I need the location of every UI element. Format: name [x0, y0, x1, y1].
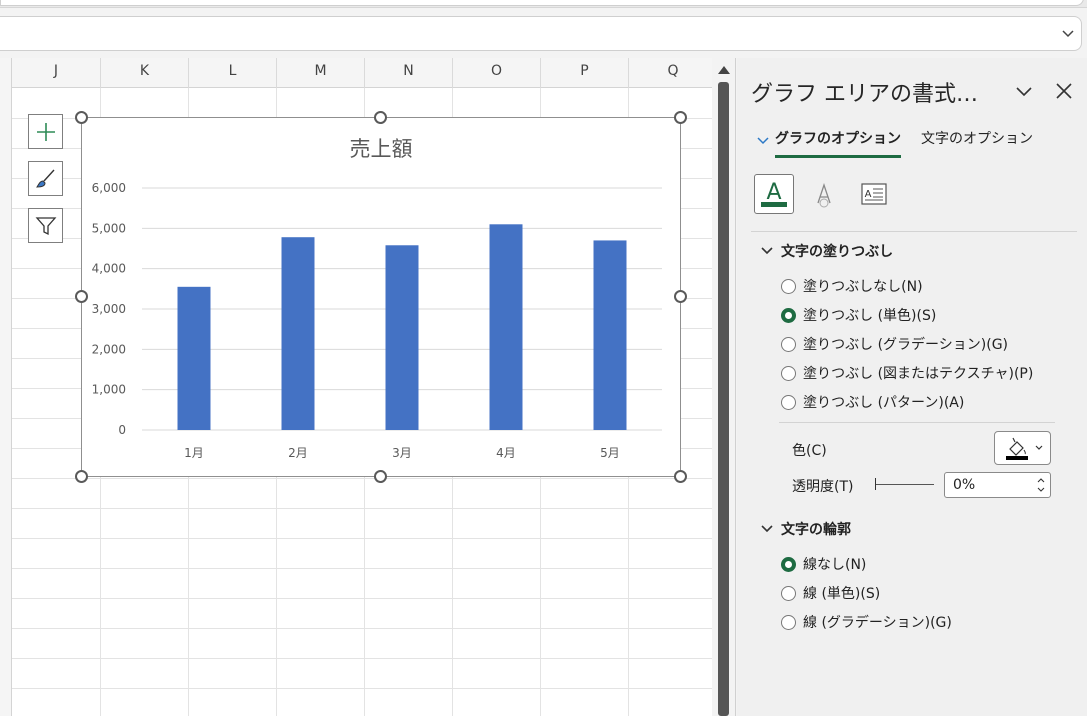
radio-label: 塗りつぶし (図またはテクスチャ)(P) [803, 366, 1034, 382]
resize-handle-t[interactable] [374, 111, 387, 124]
column-header-o[interactable]: O [453, 58, 541, 88]
tab-text-options[interactable]: 文字のオプション [921, 128, 1033, 158]
radio-indicator[interactable] [781, 395, 796, 410]
chart-title[interactable]: 売上額 [350, 137, 413, 161]
radio-indicator-selected[interactable] [781, 557, 796, 572]
radio-label: 線 (単色)(S) [803, 586, 881, 602]
ribbon-edge [0, 0, 1087, 8]
text-fill-outline-icon: A [761, 180, 787, 207]
bar-chart: 売上額 0 1,000 2,000 3,000 4,000 5,000 6,000 1月 2月 3… [92, 137, 662, 460]
column-header-p[interactable]: P [541, 58, 629, 88]
y-tick-label: 6,000 [92, 181, 126, 195]
y-tick-label: 3,000 [92, 302, 126, 316]
chart-filters-button[interactable] [28, 208, 63, 243]
resize-handle-tr[interactable] [674, 111, 687, 124]
column-header-q[interactable]: Q [629, 58, 712, 88]
plus-icon [36, 122, 55, 141]
scroll-thumb[interactable] [718, 82, 729, 716]
vertical-scrollbar[interactable] [712, 58, 736, 716]
text-fill-section-header[interactable]: 文字の塗りつぶし [761, 241, 893, 261]
text-fill-outline-button[interactable]: A [754, 174, 794, 214]
x-tick-label: 3月 [392, 446, 412, 460]
radio-label: 塗りつぶしなし(N) [803, 279, 923, 295]
x-tick-label: 1月 [184, 446, 204, 460]
formula-bar[interactable] [0, 16, 1082, 51]
textbox-icon: A [861, 183, 887, 205]
radio-label: 線 (グラデーション)(G) [803, 615, 952, 631]
filter-icon [35, 216, 56, 235]
format-chart-area-pane: グラフ エリアの書式… グラフのオプション 文字のオプション A A 文字の塗り… [737, 58, 1087, 716]
transparency-input[interactable]: 0% [944, 472, 1051, 498]
resize-handle-l[interactable] [75, 290, 88, 303]
chart-elements-button[interactable] [28, 114, 63, 149]
divider [779, 422, 1055, 423]
radio-indicator[interactable] [781, 366, 796, 381]
text-fill-header-label: 文字の塗りつぶし [781, 244, 894, 260]
brush-icon [35, 169, 55, 188]
text-effects-icon [817, 182, 831, 208]
x-tick-label: 5月 [600, 446, 620, 460]
resize-handle-b[interactable] [374, 470, 387, 483]
svg-text:A: A [766, 180, 781, 205]
column-header-n[interactable]: N [365, 58, 453, 88]
chevron-down-icon[interactable] [1013, 80, 1035, 102]
text-outline-section-header[interactable]: 文字の輪郭 [761, 519, 851, 539]
row-headers [0, 58, 12, 716]
resize-handle-r[interactable] [674, 290, 687, 303]
radio-indicator[interactable] [781, 615, 796, 630]
column-header-j[interactable]: J [12, 58, 101, 88]
radio-label: 塗りつぶし (パターン)(A) [803, 395, 965, 411]
chart-styles-button[interactable] [28, 161, 63, 196]
radio-indicator[interactable] [781, 337, 796, 352]
text-outline-header-label: 文字の輪郭 [781, 522, 851, 538]
radio-indicator-selected[interactable] [781, 308, 796, 323]
column-header-m[interactable]: M [277, 58, 365, 88]
color-label: 色(C) [792, 443, 827, 459]
radio-label: 塗りつぶし (グラデーション)(G) [803, 337, 1009, 353]
column-headers: J K L M N O P Q [0, 58, 712, 88]
option-tabs: グラフのオプション 文字のオプション [751, 128, 1081, 160]
resize-handle-br[interactable] [674, 470, 687, 483]
transparency-slider[interactable] [875, 478, 934, 490]
paint-bucket-icon [1006, 437, 1043, 460]
bar[interactable] [385, 245, 419, 430]
svg-text:A: A [865, 189, 872, 200]
x-tick-label: 2月 [288, 446, 308, 460]
x-tick-label: 4月 [496, 446, 516, 460]
resize-handle-tl[interactable] [75, 111, 88, 124]
y-tick-label: 1,000 [92, 383, 126, 397]
radio-indicator[interactable] [781, 586, 796, 601]
y-tick-label: 2,000 [92, 342, 126, 356]
column-header-k[interactable]: K [101, 58, 189, 88]
text-effects-button[interactable] [804, 174, 844, 214]
transparency-label: 透明度(T) [792, 479, 854, 495]
spinner-icon[interactable] [1036, 476, 1046, 494]
bar[interactable] [593, 240, 627, 430]
chart-area[interactable]: 売上額 0 1,000 2,000 3,000 4,000 5,000 6,000 1月 2月 3… [81, 117, 681, 477]
radio-indicator[interactable] [781, 279, 796, 294]
bar[interactable] [177, 286, 211, 430]
y-tick-label: 0 [118, 423, 126, 437]
textbox-button[interactable]: A [854, 174, 894, 214]
y-tick-label: 5,000 [92, 221, 126, 235]
chevron-down-icon [757, 137, 769, 145]
y-tick-label: 4,000 [92, 262, 126, 276]
pane-title: グラフ エリアの書式… [751, 82, 978, 107]
bar[interactable] [281, 237, 315, 430]
scroll-up-icon[interactable] [718, 66, 730, 74]
column-header-l[interactable]: L [189, 58, 277, 88]
divider [751, 231, 1077, 232]
bar[interactable] [489, 224, 523, 430]
transparency-value: 0% [953, 477, 976, 493]
radio-label: 塗りつぶし (単色)(S) [803, 308, 937, 324]
tab-chart-options[interactable]: グラフのオプション [775, 128, 901, 158]
radio-label: 線なし(N) [803, 557, 867, 573]
font-color-picker[interactable] [994, 431, 1051, 465]
chevron-down-icon[interactable] [1061, 26, 1075, 40]
close-icon[interactable] [1053, 80, 1075, 102]
resize-handle-bl[interactable] [75, 470, 88, 483]
